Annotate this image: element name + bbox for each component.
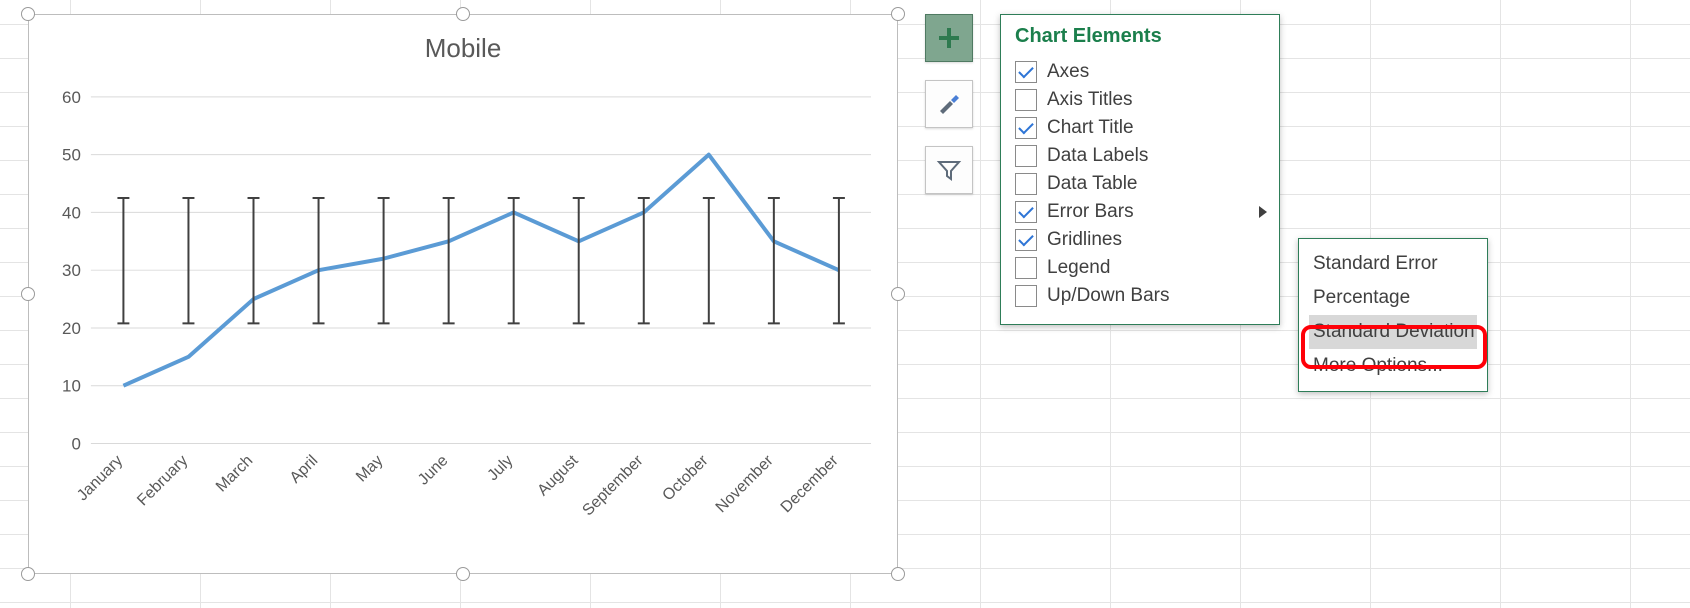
chart-element-option-gridlines[interactable]: Gridlines: [1015, 226, 1271, 254]
y-tick: 10: [62, 377, 81, 396]
x-tick: June: [415, 452, 452, 489]
y-tick: 60: [62, 88, 81, 107]
submenu-arrow-icon[interactable]: [1259, 206, 1267, 218]
y-tick: 40: [62, 203, 81, 222]
x-tick: December: [778, 452, 843, 516]
chart-elements-flyout: Chart Elements Axes Axis Titles Chart Ti…: [1000, 14, 1280, 325]
chart-styles-button[interactable]: [925, 80, 973, 128]
option-label: Error Bars: [1047, 201, 1134, 223]
checkbox-icon[interactable]: [1015, 229, 1037, 251]
resize-handle[interactable]: [21, 287, 35, 301]
x-tick: July: [484, 452, 516, 484]
option-label: Data Labels: [1047, 145, 1148, 167]
chart-svg: 0 10 20 30 40 50 60: [47, 75, 879, 555]
option-label: Gridlines: [1047, 229, 1122, 251]
chart-element-option-data-table[interactable]: Data Table: [1015, 170, 1271, 198]
plus-icon: [936, 25, 962, 51]
x-tick: November: [713, 452, 778, 516]
resize-handle[interactable]: [21, 567, 35, 581]
chart-element-option-axes[interactable]: Axes: [1015, 58, 1271, 86]
x-tick: August: [534, 452, 582, 499]
funnel-icon: [936, 157, 962, 183]
x-tick: May: [353, 452, 386, 485]
checkbox-icon[interactable]: [1015, 201, 1037, 223]
option-label: Legend: [1047, 257, 1110, 279]
chart-object[interactable]: Mobile 0 10 20 30 40 50 60: [28, 14, 898, 574]
chart-elements-button[interactable]: [925, 14, 973, 62]
chart-title[interactable]: Mobile: [29, 33, 897, 64]
option-label: Axes: [1047, 61, 1089, 83]
y-tick: 0: [71, 434, 80, 453]
chart-plot-area[interactable]: 0 10 20 30 40 50 60: [47, 75, 879, 555]
resize-handle[interactable]: [891, 567, 905, 581]
x-tick: April: [287, 452, 322, 487]
y-tick: 20: [62, 319, 81, 338]
checkbox-icon[interactable]: [1015, 173, 1037, 195]
chart-element-option-axis-titles[interactable]: Axis Titles: [1015, 86, 1271, 114]
x-tick: January: [74, 452, 126, 504]
paintbrush-icon: [936, 91, 962, 117]
resize-handle[interactable]: [21, 7, 35, 21]
chart-element-option-legend[interactable]: Legend: [1015, 254, 1271, 282]
x-tick: October: [659, 452, 712, 505]
resize-handle[interactable]: [456, 7, 470, 21]
x-tick: February: [134, 452, 191, 509]
chart-flyout-buttons: [925, 14, 973, 194]
chart-filters-button[interactable]: [925, 146, 973, 194]
checkbox-icon[interactable]: [1015, 61, 1037, 83]
option-label: Chart Title: [1047, 117, 1134, 139]
chart-element-option-chart-title[interactable]: Chart Title: [1015, 114, 1271, 142]
error-bars-submenu: Standard Error Percentage Standard Devia…: [1298, 238, 1488, 392]
checkbox-icon[interactable]: [1015, 285, 1037, 307]
chart-element-option-data-labels[interactable]: Data Labels: [1015, 142, 1271, 170]
chart-element-option-error-bars[interactable]: Error Bars: [1015, 198, 1271, 226]
submenu-item-standard-error[interactable]: Standard Error: [1309, 247, 1477, 281]
submenu-item-more-options[interactable]: More Options...: [1309, 349, 1477, 383]
checkbox-icon[interactable]: [1015, 145, 1037, 167]
resize-handle[interactable]: [891, 287, 905, 301]
resize-handle[interactable]: [456, 567, 470, 581]
y-tick: 30: [62, 261, 81, 280]
y-tick: 50: [62, 146, 81, 165]
checkbox-icon[interactable]: [1015, 257, 1037, 279]
x-tick: March: [213, 452, 256, 495]
chart-elements-title: Chart Elements: [1015, 25, 1271, 48]
submenu-item-percentage[interactable]: Percentage: [1309, 281, 1477, 315]
chart-element-option-updown-bars[interactable]: Up/Down Bars: [1015, 282, 1271, 310]
option-label: Axis Titles: [1047, 89, 1133, 111]
x-tick: September: [579, 452, 647, 520]
resize-handle[interactable]: [891, 7, 905, 21]
submenu-item-standard-deviation[interactable]: Standard Deviation: [1309, 315, 1477, 349]
option-label: Up/Down Bars: [1047, 285, 1170, 307]
option-label: Data Table: [1047, 173, 1138, 195]
checkbox-icon[interactable]: [1015, 89, 1037, 111]
checkbox-icon[interactable]: [1015, 117, 1037, 139]
